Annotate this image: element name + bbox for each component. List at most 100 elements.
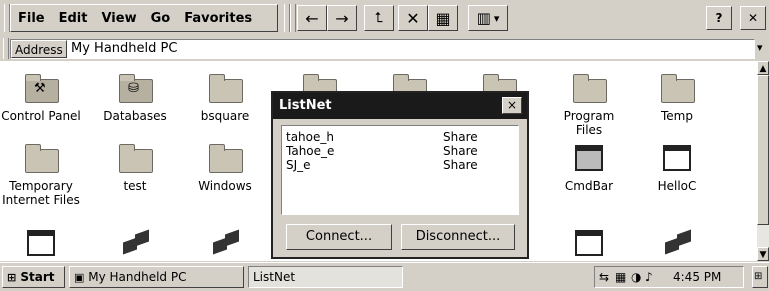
forward-button[interactable]: → bbox=[327, 5, 357, 31]
task-label: ListNet bbox=[253, 270, 296, 284]
scroll-thumb[interactable] bbox=[757, 75, 769, 225]
command-bar: File Edit View Go Favorites ← → ⮤ ✕ ▦ ▥ … bbox=[0, 0, 769, 36]
list-item[interactable]: tahoe_h Share bbox=[286, 130, 516, 144]
network-icon bbox=[115, 226, 155, 260]
item-helloc[interactable]: HelloC bbox=[630, 141, 724, 193]
item-cmdbar[interactable]: CmdBar bbox=[542, 141, 636, 193]
item-bsquare[interactable]: bsquare bbox=[178, 71, 272, 123]
menu-file[interactable]: File bbox=[11, 11, 52, 26]
window-controls: ? ✕ bbox=[706, 5, 766, 31]
item-control-panel[interactable]: ⚒ Control Panel bbox=[0, 71, 88, 123]
up-folder-icon: ⮤ bbox=[374, 10, 384, 26]
forward-arrow-icon: → bbox=[335, 8, 349, 28]
folder-icon bbox=[21, 141, 61, 175]
menu-edit[interactable]: Edit bbox=[52, 11, 95, 26]
close-button[interactable]: ✕ bbox=[740, 6, 766, 30]
list-item[interactable]: SJ_e Share bbox=[286, 158, 516, 172]
item-program-files[interactable]: Program Files bbox=[542, 71, 636, 137]
item-label: CmdBar bbox=[564, 179, 614, 193]
share-name: tahoe_h bbox=[286, 130, 334, 144]
desktop-icon: ⊞ bbox=[754, 271, 763, 282]
folder-icon bbox=[657, 71, 697, 105]
clock-time[interactable]: 4:45 PM bbox=[673, 267, 721, 287]
views-dropdown-icon: ▾ bbox=[493, 11, 500, 25]
address-grip[interactable] bbox=[3, 38, 9, 59]
properties-icon: ▦ bbox=[435, 8, 451, 28]
network-icon bbox=[205, 226, 245, 260]
listnet-dialog: ListNet × tahoe_h Share Tahoe_e Share SJ… bbox=[271, 91, 529, 259]
close-icon: ✕ bbox=[747, 11, 759, 25]
item-application-2[interactable] bbox=[542, 226, 636, 261]
dialog-close-button[interactable]: × bbox=[502, 97, 522, 114]
item-test[interactable]: test bbox=[88, 141, 182, 193]
vertical-scrollbar[interactable]: ▲ ▼ bbox=[757, 61, 769, 261]
close-icon: × bbox=[506, 98, 518, 112]
item-label: Control Panel bbox=[1, 109, 81, 123]
address-value[interactable]: My Handheld PC bbox=[71, 40, 177, 58]
address-bar: Address My Handheld PC ▾ bbox=[0, 37, 769, 61]
application-icon bbox=[569, 141, 609, 175]
share-type: Share bbox=[443, 144, 478, 158]
share-list[interactable]: tahoe_h Share Tahoe_e Share SJ_e Share bbox=[281, 125, 519, 215]
views-button[interactable]: ▥ ▾ bbox=[468, 5, 508, 31]
start-button[interactable]: ⊞ Start bbox=[2, 266, 65, 288]
share-type: Share bbox=[443, 158, 478, 172]
dialog-title: ListNet bbox=[279, 98, 332, 113]
start-label: Start bbox=[20, 270, 55, 284]
address-input[interactable]: Address My Handheld PC bbox=[10, 39, 755, 59]
help-icon: ? bbox=[715, 11, 723, 25]
list-item[interactable]: Tahoe_e Share bbox=[286, 144, 516, 158]
keyboard-icon[interactable]: ▦ bbox=[615, 267, 626, 287]
item-label: Temp bbox=[661, 109, 693, 123]
properties-button[interactable]: ▦ bbox=[428, 5, 458, 31]
dialog-title-bar[interactable]: ListNet × bbox=[273, 93, 527, 119]
network-status-icon[interactable]: ⇆ bbox=[599, 267, 609, 287]
item-network-2[interactable] bbox=[178, 226, 272, 261]
nav-buttons: ← → bbox=[297, 5, 357, 31]
item-network-3[interactable] bbox=[630, 226, 724, 261]
item-databases[interactable]: ⛁ Databases bbox=[88, 71, 182, 123]
share-name: Tahoe_e bbox=[286, 144, 335, 158]
item-temporary-internet-files[interactable]: Temporary Internet Files bbox=[0, 141, 88, 207]
scroll-up-button[interactable]: ▲ bbox=[757, 61, 769, 75]
item-network[interactable] bbox=[88, 226, 182, 261]
menu-go[interactable]: Go bbox=[144, 11, 178, 26]
desktop-toggle-button[interactable]: ⊞ bbox=[752, 266, 768, 288]
connect-button[interactable]: Connect... bbox=[286, 224, 392, 250]
application-icon bbox=[657, 141, 697, 175]
delete-icon: ✕ bbox=[406, 8, 420, 28]
task-my-handheld-pc[interactable]: ▣ My Handheld PC bbox=[69, 266, 244, 288]
menu-favorites[interactable]: Favorites bbox=[177, 11, 259, 26]
help-button[interactable]: ? bbox=[706, 6, 732, 30]
folder-icon bbox=[115, 141, 155, 175]
address-label: Address bbox=[11, 40, 67, 58]
task-listnet[interactable]: ListNet bbox=[248, 266, 403, 288]
power-icon[interactable]: ◑ bbox=[631, 267, 641, 287]
disconnect-button[interactable]: Disconnect... bbox=[401, 224, 515, 250]
item-windows[interactable]: Windows bbox=[178, 141, 272, 193]
item-temp[interactable]: Temp bbox=[630, 71, 724, 123]
delete-button[interactable]: ✕ bbox=[398, 5, 428, 31]
toolbar-grip-2 bbox=[290, 4, 296, 32]
network-icon bbox=[657, 226, 697, 260]
back-button[interactable]: ← bbox=[297, 5, 327, 31]
folder-icon bbox=[205, 71, 245, 105]
up-folder-button[interactable]: ⮤ bbox=[364, 5, 394, 31]
item-label: Program Files bbox=[563, 109, 615, 137]
sound-icon[interactable]: ♪ bbox=[645, 267, 653, 287]
taskbar: ⊞ Start ▣ My Handheld PC ListNet ⇆ ▦ ◑ ♪… bbox=[0, 262, 769, 291]
handheld-pc-icon: ▣ bbox=[74, 271, 85, 284]
control-panel-icon: ⚒ bbox=[21, 71, 61, 105]
scroll-up-icon: ▲ bbox=[759, 64, 767, 74]
item-application[interactable] bbox=[0, 226, 88, 261]
menu-view[interactable]: View bbox=[94, 11, 143, 26]
share-type: Share bbox=[443, 130, 478, 144]
views-group: ▥ ▾ bbox=[468, 5, 508, 31]
item-label: HelloC bbox=[657, 179, 697, 193]
item-label: Windows bbox=[198, 179, 252, 193]
scroll-down-button[interactable]: ▼ bbox=[757, 247, 769, 261]
views-icon: ▥ bbox=[476, 9, 491, 27]
address-dropdown-icon[interactable]: ▾ bbox=[757, 41, 763, 54]
item-label: Temporary Internet Files bbox=[2, 179, 80, 207]
windows-logo-icon: ⊞ bbox=[7, 271, 17, 284]
